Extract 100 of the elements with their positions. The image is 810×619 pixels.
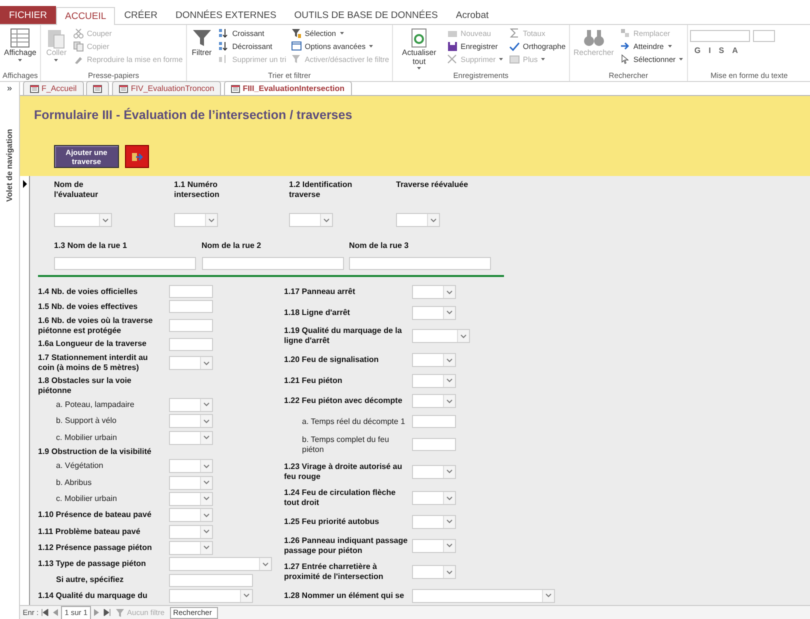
dropdown-field[interactable]	[412, 538, 456, 553]
dropdown-field[interactable]	[396, 213, 440, 227]
field-label: 1.24 Feu de circulation flèche tout droit	[284, 488, 397, 508]
text-field[interactable]	[349, 256, 491, 270]
ribbon-tab[interactable]: FICHIER	[0, 6, 56, 24]
exit-button[interactable]	[124, 145, 148, 168]
ribbon-tab[interactable]: ACCUEIL	[56, 6, 116, 25]
exit-icon	[130, 152, 142, 162]
field-label: 1.21 Feu piéton	[284, 376, 344, 386]
dropdown-field[interactable]	[169, 430, 213, 445]
text-field[interactable]	[202, 256, 344, 270]
chevron-down-icon	[203, 529, 210, 534]
dropdown-field[interactable]	[174, 213, 218, 227]
ribbon-tab[interactable]: DONNÉES EXTERNES	[166, 6, 286, 24]
chevron-down-icon	[203, 418, 210, 424]
dropdown-field[interactable]	[169, 540, 213, 555]
form-icon	[119, 84, 128, 92]
dropdown-field[interactable]	[169, 398, 213, 412]
funnel-icon	[290, 54, 302, 65]
dropdown-field[interactable]	[169, 508, 213, 522]
dropdown-field[interactable]	[169, 557, 272, 572]
chevron-down-icon	[203, 464, 210, 469]
dropdown-field[interactable]	[169, 524, 213, 539]
dropdown-field[interactable]	[289, 213, 333, 227]
format-button[interactable]: G	[690, 44, 705, 56]
dropdown-field[interactable]	[169, 476, 213, 490]
dropdown-field[interactable]	[169, 492, 213, 506]
spelling-check-icon	[509, 41, 520, 52]
document-tab[interactable]	[86, 81, 110, 95]
funnel-icon	[116, 608, 124, 616]
next-record-icon	[94, 609, 100, 616]
text-field[interactable]	[54, 256, 196, 270]
caret-icon	[368, 44, 374, 49]
dropdown-field[interactable]	[412, 285, 456, 299]
document-tab[interactable]: F_Accueil	[22, 81, 84, 95]
chevron-down-icon	[446, 519, 453, 524]
text-field[interactable]	[169, 338, 213, 351]
text-field[interactable]	[169, 319, 213, 332]
font-name-field[interactable]	[690, 30, 750, 42]
dropdown-field[interactable]	[412, 514, 456, 529]
binoculars-icon	[582, 27, 605, 49]
dropdown-field[interactable]	[54, 213, 112, 227]
expand-button[interactable]: »	[6, 82, 12, 96]
format-button[interactable]: A	[728, 44, 742, 56]
sort-descending-icon	[218, 41, 230, 52]
dropdown-field[interactable]	[169, 459, 213, 474]
clipboard-icon	[45, 27, 68, 49]
ribbon-tab[interactable]: Acrobat	[446, 6, 498, 24]
chevron-down-icon	[430, 218, 437, 222]
ribbon-tab[interactable]: CRÉER	[115, 6, 166, 24]
dropdown-field[interactable]	[169, 356, 213, 370]
arrow-right-icon	[620, 41, 631, 52]
chevron-down-icon	[446, 543, 453, 548]
form-icon	[30, 84, 39, 92]
dropdown-field[interactable]	[412, 329, 470, 344]
chevron-down-icon	[208, 218, 215, 222]
field-label: Si autre, spécifiez	[55, 575, 125, 586]
field-label: Traverse réévaluée	[396, 180, 470, 191]
caret-icon	[17, 58, 24, 63]
dropdown-field[interactable]	[412, 353, 456, 368]
field-label: 1.12 Présence passage piéton	[38, 542, 153, 553]
format-button[interactable]: S	[714, 44, 728, 56]
field-label: Nom de la rue 3	[349, 241, 410, 251]
chevron-down-icon	[243, 593, 250, 598]
text-field[interactable]	[169, 574, 253, 587]
field-label: 1.18 Ligne d'arrêt	[284, 308, 351, 318]
save-icon	[446, 41, 458, 52]
filter-selection-icon	[290, 28, 302, 39]
chevron-down-icon	[446, 398, 453, 404]
field-label: 1.1 Numéro intersection	[174, 180, 220, 201]
dropdown-field[interactable]	[412, 565, 456, 580]
chevron-down-icon	[203, 496, 210, 502]
dropdown-field[interactable]	[412, 306, 456, 320]
format-button[interactable]: I	[704, 44, 715, 56]
previous-record-icon	[52, 609, 58, 616]
dropdown-field[interactable]	[169, 414, 213, 428]
field-label: b. Support à vélo	[55, 416, 118, 426]
funnel-icon	[190, 27, 213, 49]
chevron-down-icon	[323, 218, 330, 222]
dropdown-field[interactable]	[412, 394, 456, 408]
dropdown-field[interactable]	[169, 588, 253, 603]
document-tab[interactable]: FIV_EvaluationTroncon	[112, 81, 222, 95]
document-tab[interactable]: FIII_EvaluationIntersection	[224, 81, 352, 95]
ribbon-tab[interactable]: OUTILS DE BASE DE DONNÉES	[285, 6, 447, 24]
chevron-down-icon	[446, 469, 453, 474]
font-size-field[interactable]	[753, 30, 776, 42]
dropdown-field[interactable]	[412, 464, 456, 478]
field-label: a. Poteau, lampadaire	[55, 400, 136, 410]
text-field[interactable]	[169, 285, 213, 298]
field-label: Nom de la rue 2	[202, 241, 262, 251]
text-field[interactable]	[169, 300, 213, 314]
scissors-icon	[73, 28, 84, 39]
record-pointer-icon	[22, 180, 28, 188]
dropdown-field[interactable]	[412, 374, 456, 388]
text-field[interactable]	[412, 438, 456, 452]
field-label: c. Mobilier urbain	[55, 432, 118, 443]
dropdown-field[interactable]	[412, 491, 456, 506]
text-field[interactable]	[412, 415, 456, 428]
field-label: Nom de l'évaluateur	[54, 180, 100, 201]
dropdown-field[interactable]	[412, 588, 555, 603]
